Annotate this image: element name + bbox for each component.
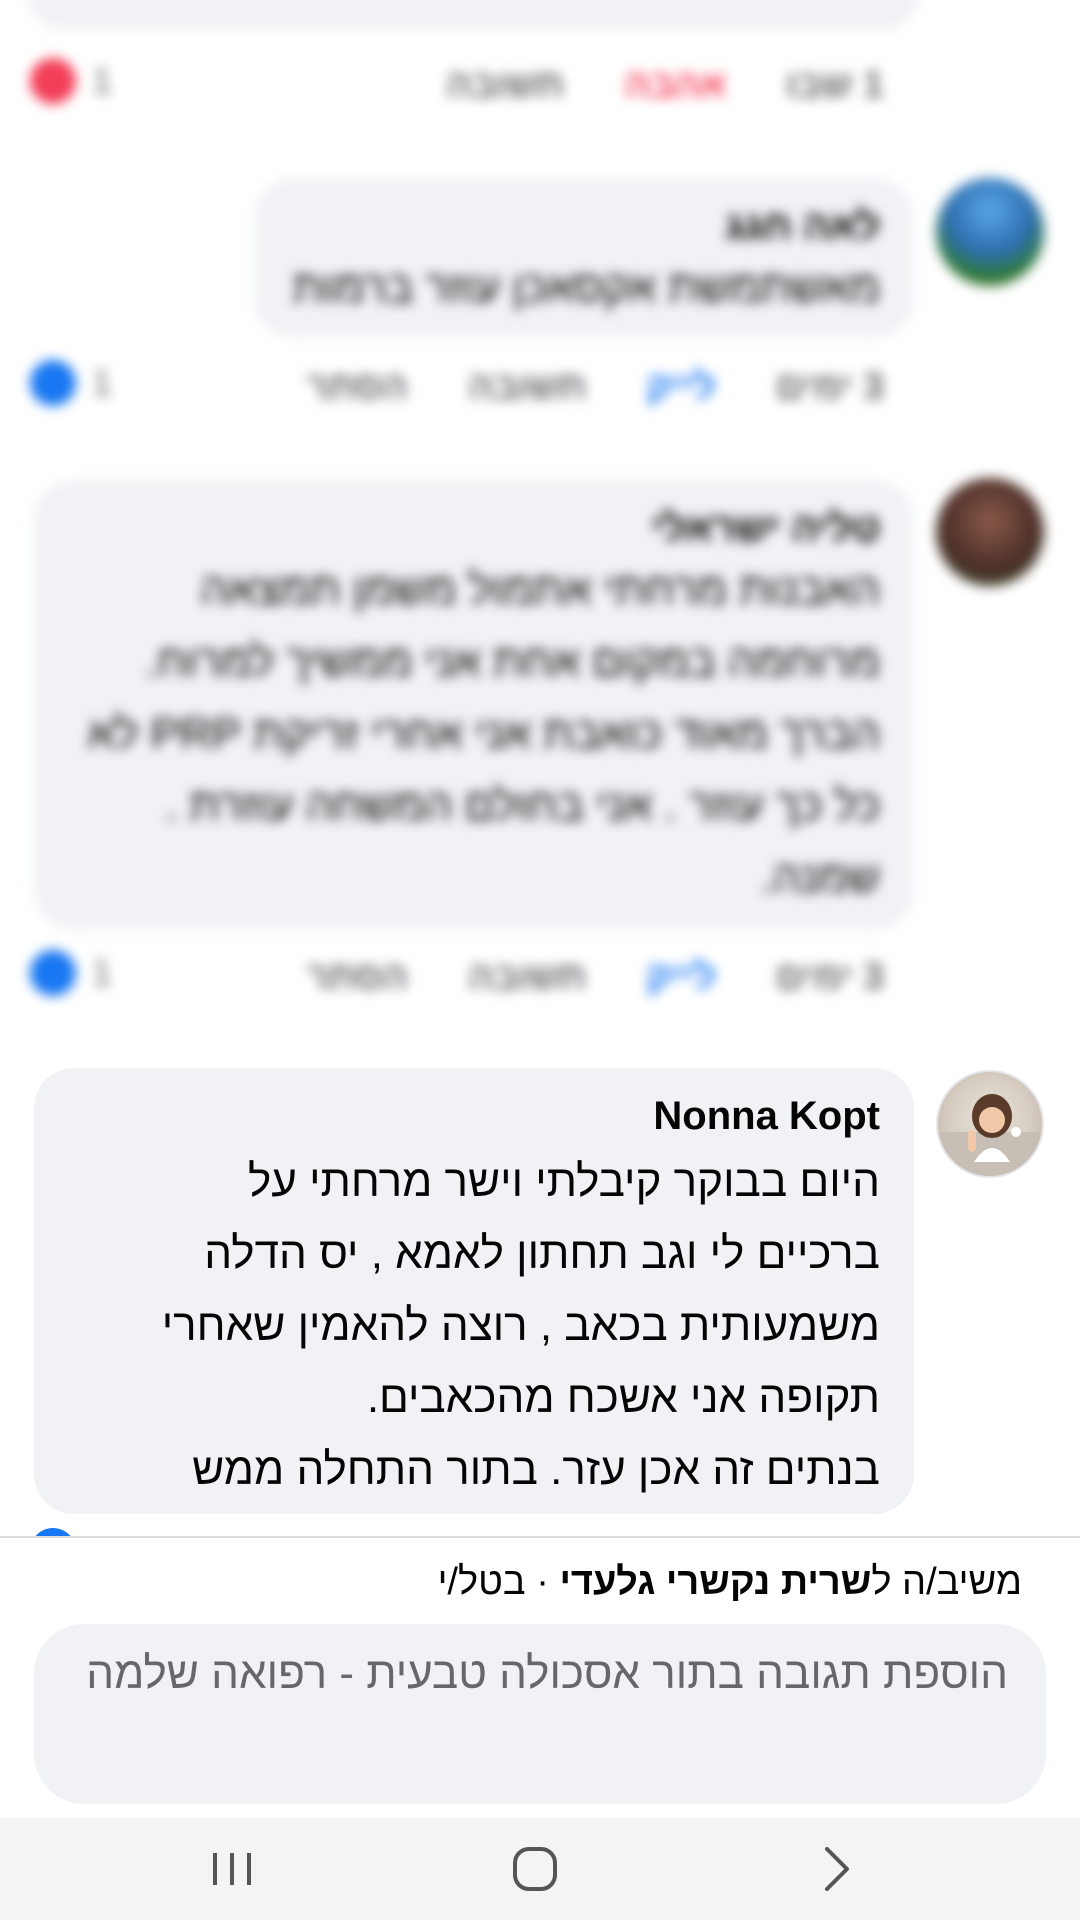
like-button[interactable]: לייק [646, 956, 716, 999]
avatar[interactable] [936, 178, 1044, 286]
comment-text: האבנות מרחתי אתמול משמן תמצאה מרוחמה במק… [87, 565, 880, 902]
comment-time: 1 שבו [785, 64, 884, 106]
replying-to-prefix: משיב/ה ל [871, 1561, 1022, 1603]
reaction-summary-partial [30, 1528, 76, 1536]
comment-line: ברכיים לי וגב תחתון לאמא , יס הדלה [204, 1229, 880, 1278]
comment-bubble: Nonna Kopt היום בבוקר קיבלתי וישר מרחתי … [34, 1068, 914, 1514]
comment-actions: 1 שבו אהבה תשובה [446, 64, 884, 107]
reaction-count: 1 [92, 362, 113, 403]
reaction-summary[interactable]: 1 [30, 58, 112, 104]
separator-dot: · [525, 1561, 560, 1603]
comment-line: היום בבוקר קיבלתי וישר מרחתי על [247, 1157, 880, 1206]
reply-input[interactable]: הוספת תגובה בתור אסכולה טבעית - רפואה של… [34, 1624, 1046, 1804]
reply-composer: משיב/ה לשרית נקשרי גלעדי · בטל/י הוספת ת… [0, 1536, 1080, 1818]
reaction-count: 1 [92, 60, 113, 101]
like-reaction-icon [30, 950, 76, 996]
comment-line: בנתים זה אכן עזר. בתור התחלה ממש [192, 1445, 880, 1494]
comment-line: משמעותית בכאב , רוצה להאמין שאחרי [161, 1301, 880, 1350]
system-navigation-bar [0, 1818, 1080, 1920]
like-button[interactable]: לייק [646, 366, 716, 409]
recent-apps-icon[interactable] [192, 1834, 272, 1904]
comment-author[interactable]: לאה חגג [288, 200, 880, 252]
reply-button[interactable]: תשובה [468, 956, 587, 999]
cancel-reply-button[interactable]: בטל/י [438, 1561, 526, 1603]
comment-author[interactable]: Nonna Kopt [68, 1090, 880, 1142]
partial-comment-bubble [28, 0, 918, 30]
like-reaction-icon [30, 1528, 76, 1536]
replying-to-line: משיב/ה לשרית נקשרי גלעדי · בטל/י [438, 1556, 1022, 1608]
replying-to-name[interactable]: שרית נקשרי גלעדי [559, 1561, 871, 1603]
hide-button[interactable]: הסתר [307, 956, 408, 999]
back-icon[interactable] [796, 1834, 876, 1904]
love-button[interactable]: אהבה [624, 64, 726, 107]
reaction-summary[interactable]: 1 [30, 360, 112, 406]
reaction-summary[interactable]: 1 [30, 950, 112, 996]
comment-actions: 3 ימים לייק תשובה הסתר [307, 956, 884, 999]
comment-time: 3 ימים [775, 366, 884, 408]
home-icon[interactable] [495, 1834, 575, 1904]
reply-button[interactable]: תשובה [446, 64, 565, 107]
avatar[interactable] [936, 1070, 1044, 1178]
reply-button[interactable]: תשובה [468, 366, 587, 409]
avatar[interactable] [936, 478, 1044, 586]
hide-button[interactable]: הסתר [307, 366, 408, 409]
comment-actions: 3 ימים לייק תשובה הסתר [307, 366, 884, 409]
avatar-illustration [938, 1094, 1042, 1176]
comment-line: תקופה אני אשכח מהכאבים. [366, 1373, 880, 1422]
comment-text: מאשתמשת אקסאכן עוזר ברמות [292, 263, 880, 312]
comment-bubble: טליה ישראלי האבנות מרחתי אתמול משמן תמצא… [34, 480, 914, 930]
love-reaction-icon [30, 58, 76, 104]
comment-time: 3 ימים [775, 956, 884, 998]
comment-bubble: לאה חגג מאשתמשת אקסאכן עוזר ברמות [254, 178, 914, 338]
comments-feed: 1 שבו אהבה תשובה 1 לאה חגג מאשתמשת אקסאכ… [0, 0, 1080, 1536]
like-reaction-icon [30, 360, 76, 406]
reaction-count: 1 [92, 952, 113, 993]
comment-author[interactable]: טליה ישראלי [68, 502, 880, 554]
